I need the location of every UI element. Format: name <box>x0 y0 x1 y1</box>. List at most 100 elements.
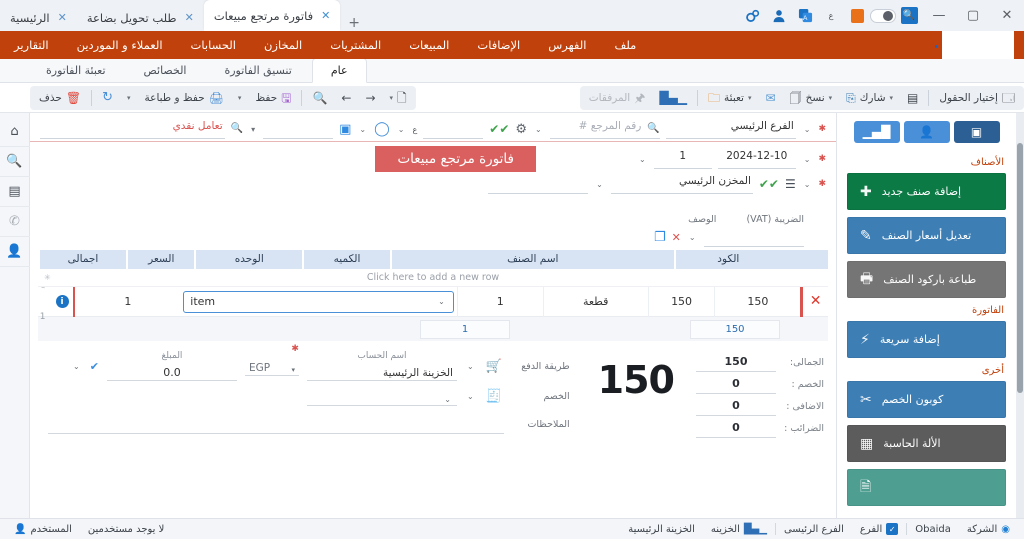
table-header-5[interactable]: اجمالى <box>37 250 126 269</box>
info-icon[interactable]: i <box>55 295 69 308</box>
chevron-down-icon[interactable]: ⌄ <box>465 362 476 371</box>
total-value[interactable]: 0 <box>696 397 776 416</box>
user-icon[interactable]: 👤 <box>0 237 30 267</box>
report-icon[interactable]: ▤ <box>0 177 30 207</box>
print-options-button[interactable]: ▾ <box>120 87 138 109</box>
status-treasury[interactable]: ▁▄█ الخزينه <box>703 519 775 539</box>
warehouse-extra-field[interactable] <box>488 174 589 194</box>
close-window-button[interactable]: ✕ <box>990 0 1024 31</box>
table-row[interactable]: ✕150150قطعة1⌄item1i✎ 1 <box>38 282 828 322</box>
menu-item-1[interactable]: الفهرس <box>534 31 600 59</box>
menu-item-0[interactable]: ملف <box>600 31 650 59</box>
cell-total[interactable]: 150 <box>714 286 800 317</box>
ribbon-tab-1[interactable]: تنسيق الفاتورة <box>206 59 309 82</box>
cell-price[interactable]: 150 <box>647 286 715 317</box>
cell-quantity[interactable]: 1 <box>456 286 543 317</box>
invoice-number-field[interactable]: 1 <box>653 149 712 169</box>
chevron-down-icon[interactable]: ▾ <box>249 125 257 134</box>
table-header-0[interactable]: الكود <box>673 250 782 269</box>
chevron-down-icon[interactable]: ⌄ <box>802 155 813 164</box>
delete-button[interactable]: 🗑 حذف <box>32 87 88 109</box>
ribbon-tab-3[interactable]: تعبئة الفاتورة <box>28 59 124 82</box>
currency-field[interactable]: ▾ EGP <box>244 356 299 376</box>
total-value[interactable]: 0 <box>696 375 776 394</box>
cell-item-name[interactable]: ⌄ item <box>180 290 457 313</box>
save-button[interactable]: 🖫 حفظ <box>248 87 298 109</box>
sidebar-scroll-thumb[interactable] <box>1017 143 1023 393</box>
next-record-button[interactable]: → <box>358 87 382 109</box>
confirm-icon[interactable]: ✔ <box>90 360 99 373</box>
home-icon[interactable]: ⌂ <box>0 117 30 147</box>
chevron-down-icon[interactable]: ⌄ <box>637 155 648 164</box>
table-header-4[interactable]: السعر <box>126 250 194 269</box>
item-name-input[interactable]: ⌄ item <box>183 290 454 313</box>
notes-field[interactable] <box>48 414 504 434</box>
maximize-window-button[interactable]: ▢ <box>956 0 990 31</box>
settings-icon[interactable] <box>740 0 766 31</box>
menu-item-5[interactable]: المخازن <box>250 31 316 59</box>
branch-field[interactable]: الفرع الرئيسي <box>665 119 796 139</box>
extra-field-1[interactable] <box>423 119 484 139</box>
chevron-down-icon[interactable]: ⌄ <box>594 180 605 189</box>
minimize-window-button[interactable]: — <box>922 0 956 31</box>
amount-field[interactable]: 0.0 <box>106 361 237 381</box>
search-icon[interactable]: 🔍 <box>896 0 922 31</box>
cash-deal-field[interactable]: تعامل نقدي <box>40 119 225 139</box>
clear-icon[interactable]: ✕ <box>672 232 681 243</box>
chevron-down-icon[interactable]: ⌄ <box>396 125 407 134</box>
cell-unit[interactable]: قطعة <box>542 286 648 317</box>
search-icon[interactable]: 🔍 <box>231 124 243 134</box>
invoice-date-field[interactable]: 2024-12-10 <box>717 149 796 169</box>
chevron-down-icon[interactable]: ⌄ <box>442 395 453 404</box>
table-header-3[interactable]: الوحده <box>194 250 302 269</box>
chevron-down-icon[interactable]: ⌄ <box>357 125 368 134</box>
menu-item-4[interactable]: المشتريات <box>316 31 395 59</box>
share-button[interactable]: ▾ شارك ⎘ <box>839 87 900 109</box>
vat-field[interactable] <box>703 227 804 247</box>
refresh-button[interactable]: ↻ <box>95 87 120 109</box>
warehouse-field[interactable]: المخزن الرئيسي <box>610 174 753 194</box>
user-icon[interactable] <box>766 0 792 31</box>
copy-doc-icon[interactable]: ❐ <box>654 231 666 244</box>
save-and-print-button[interactable]: 🖨 حفظ و طباعة <box>138 87 231 109</box>
menu-item-2[interactable]: الإضافات <box>463 31 534 59</box>
sidebar-button-2-2[interactable]: 🗎 <box>847 469 1006 506</box>
keyboard-button[interactable]: ▤ <box>900 87 925 109</box>
cart-icon[interactable]: 🛒 <box>484 357 504 375</box>
menu-item-8[interactable]: التقارير <box>0 31 63 59</box>
double-check-icon[interactable]: ✔✔ <box>759 178 779 190</box>
sidebar-button-2-0[interactable]: كوبون الخصم ✂ <box>847 381 1006 418</box>
delete-row-button[interactable]: ✕ <box>803 286 828 317</box>
contacts-toggle[interactable]: 👤 <box>903 121 950 143</box>
chevron-down-icon[interactable]: ⌄ <box>465 392 476 401</box>
money-icon[interactable]: ▣ <box>339 123 351 136</box>
table-header-2[interactable]: الكميه <box>302 250 390 269</box>
tab-1[interactable]: ✕ طلب تحويل بضاعة <box>77 4 204 31</box>
delete-row-icon[interactable]: ✕ <box>810 293 822 309</box>
ribbon-tab-0[interactable]: عام <box>311 58 367 83</box>
status-user[interactable]: المستخدم 👤 <box>6 519 80 539</box>
tab-2[interactable]: ✕ الرئيسية <box>0 4 77 31</box>
double-check-icon[interactable]: ✔✔ <box>489 123 509 135</box>
status-company[interactable]: ◉ الشركة <box>959 519 1018 539</box>
status-branch[interactable]: ✓ الفرع <box>852 519 906 539</box>
search-icon[interactable]: 🔍 <box>647 123 659 134</box>
chevron-down-icon[interactable]: ⌄ <box>802 125 813 134</box>
total-value[interactable]: 150 <box>696 353 776 372</box>
close-tab-icon[interactable]: ✕ <box>185 11 194 24</box>
menu-icon[interactable] <box>844 0 870 31</box>
sidebar-button-1-0[interactable]: إضافة سريعة ⚡ <box>847 321 1006 358</box>
stats-toggle[interactable]: ▁▄█ <box>853 121 900 143</box>
tab-0[interactable]: ✕ فاتورة مرتجع مبيعات <box>203 0 341 31</box>
copy-button[interactable]: ▾ نسخ 🗍 <box>783 87 840 109</box>
sidebar-button-2-1[interactable]: الألة الحاسبة ▦ <box>847 425 1006 462</box>
attachments-button[interactable]: 🖈 المرفقات <box>582 87 653 109</box>
ribbon-tab-2[interactable]: الخصائص <box>126 59 205 82</box>
chevron-down-icon[interactable]: ▾ <box>291 366 295 374</box>
chart-button[interactable]: ▁▄█ <box>652 87 694 109</box>
add-new-row-hint[interactable]: ✳ Click here to add a new row <box>38 269 828 287</box>
cell-code[interactable]: 1 <box>75 287 180 317</box>
menu-item-7[interactable]: العملاء و الموردين <box>63 31 177 59</box>
layout-toggle[interactable]: ▣ <box>953 121 1000 143</box>
toggle-switch[interactable] <box>870 0 896 31</box>
